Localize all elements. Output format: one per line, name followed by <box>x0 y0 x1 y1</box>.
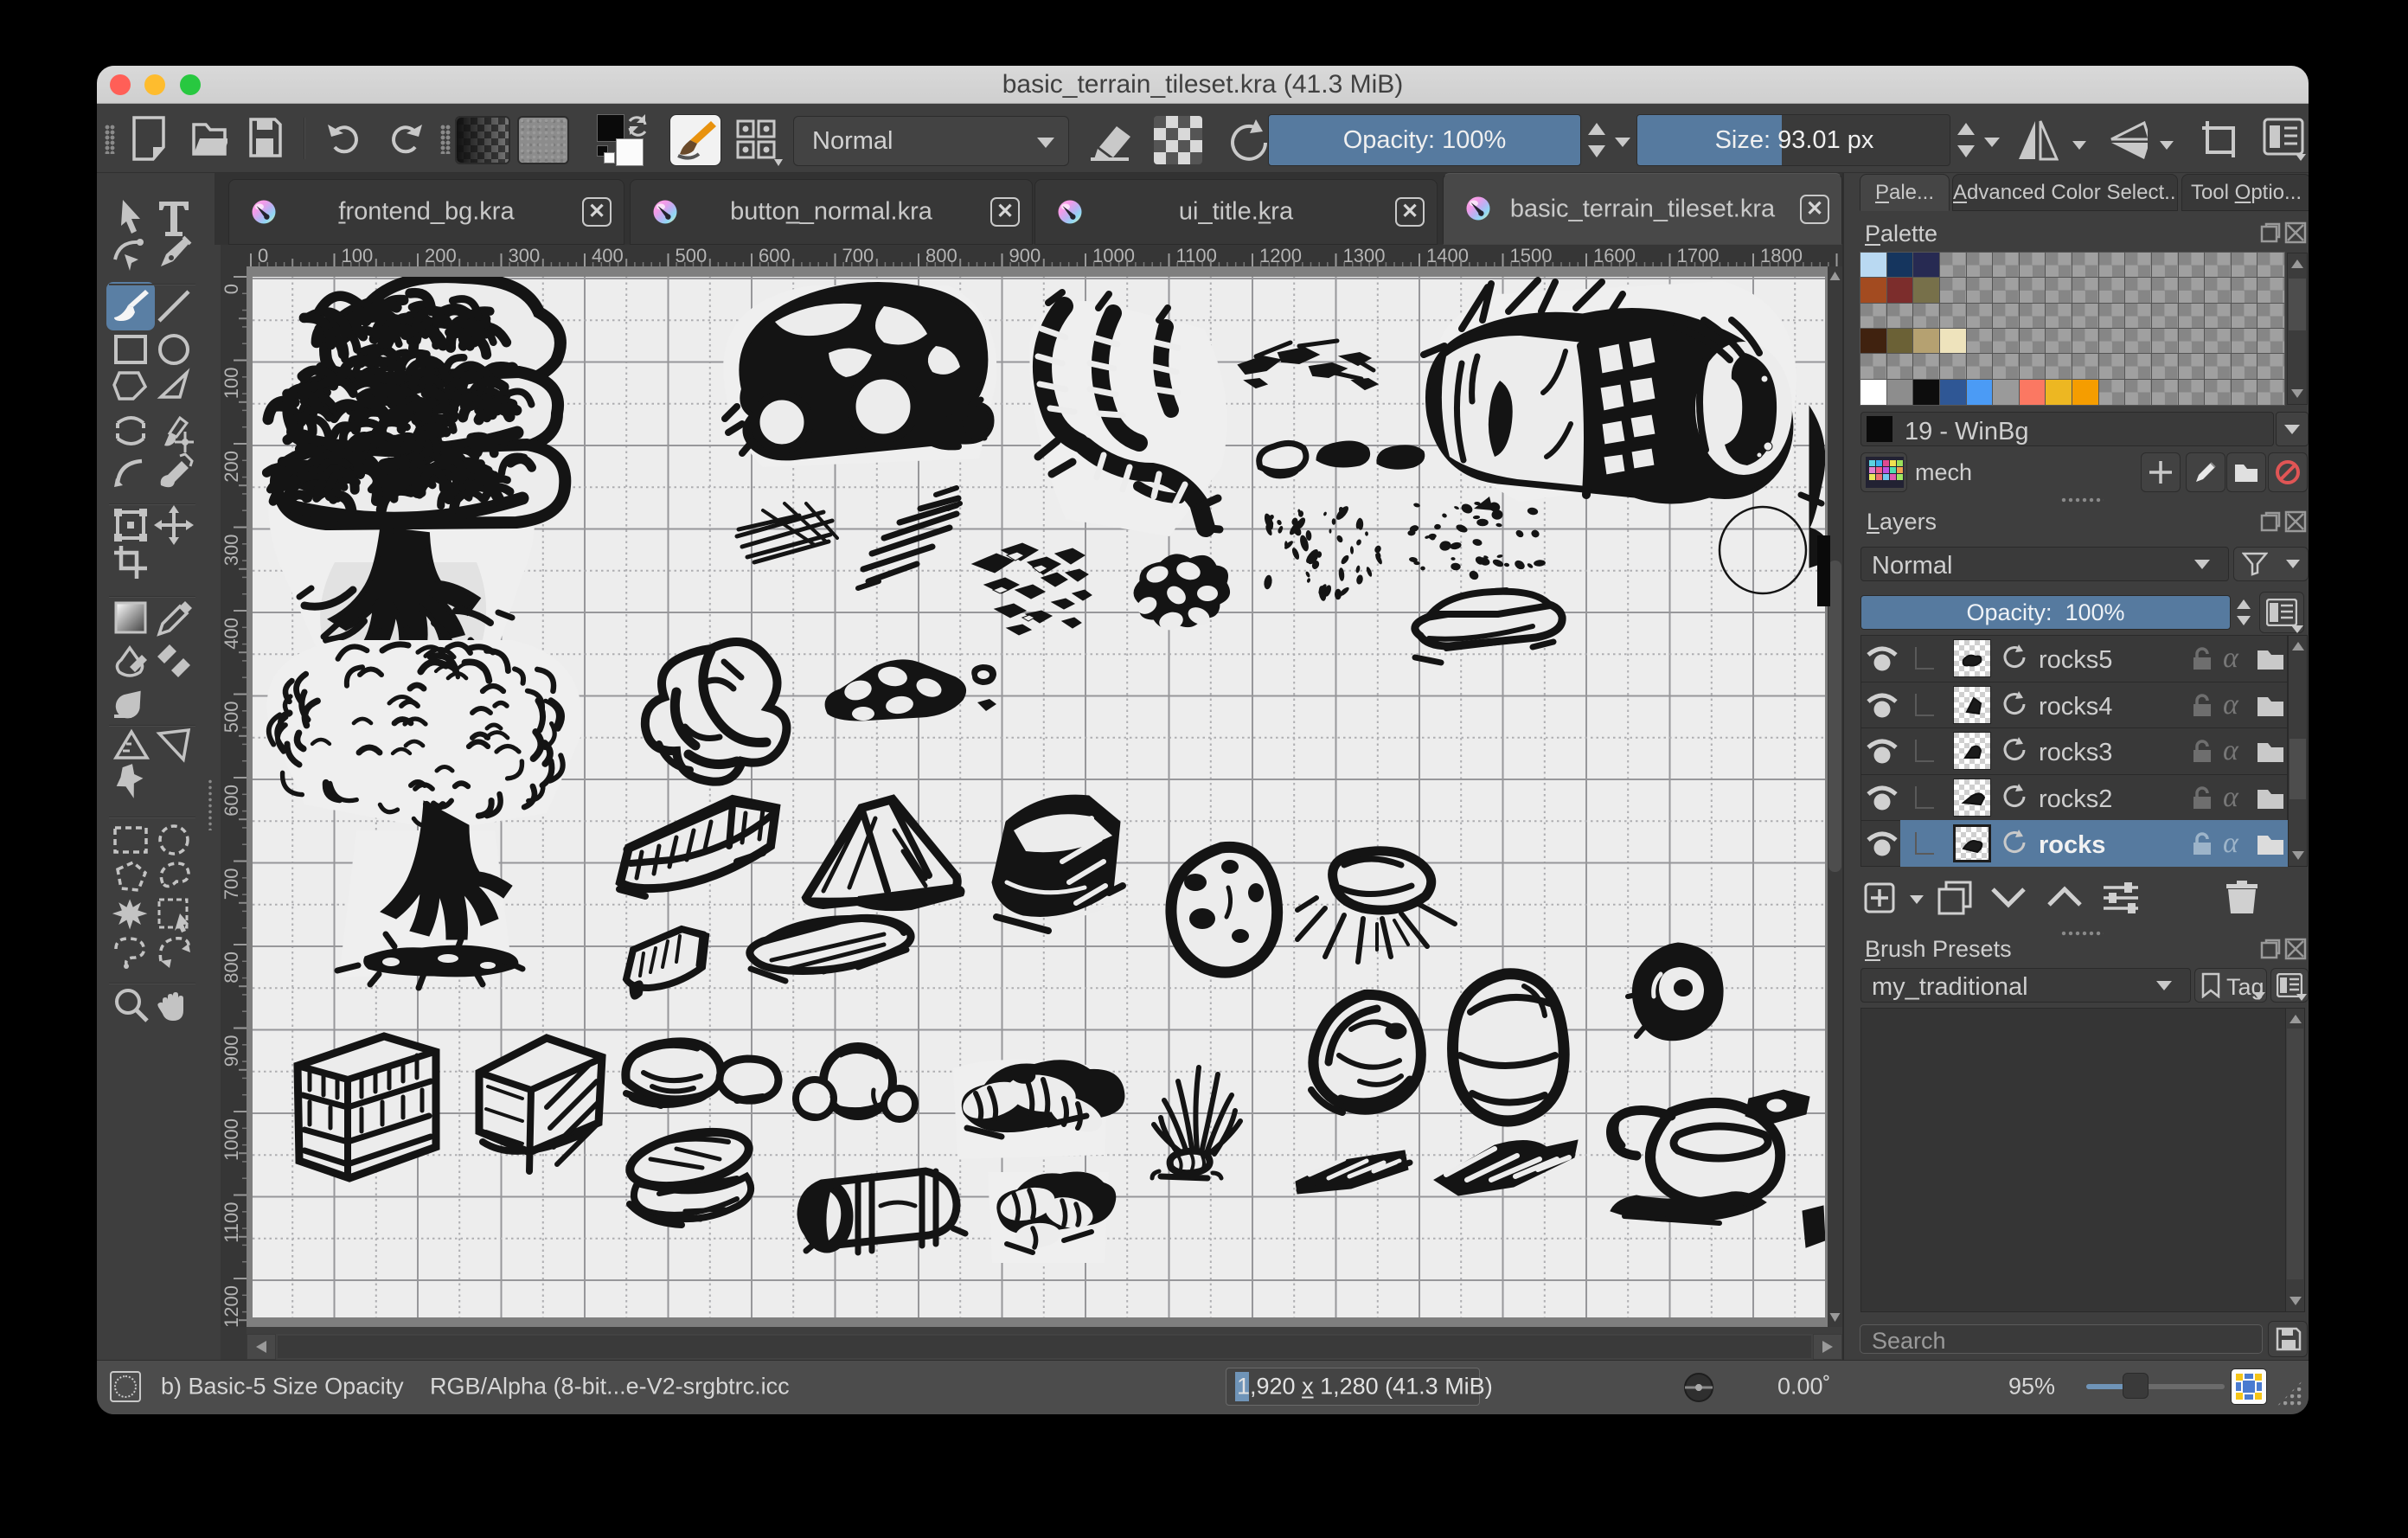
svg-text:1300: 1300 <box>1343 245 1386 266</box>
svg-text:300: 300 <box>221 535 242 567</box>
svg-text:1200: 1200 <box>1259 245 1302 266</box>
svg-text:100: 100 <box>221 368 242 400</box>
svg-text:500: 500 <box>221 702 242 734</box>
svg-text:1600: 1600 <box>1593 245 1636 266</box>
svg-text:0: 0 <box>221 284 242 294</box>
svg-text:1800: 1800 <box>1760 245 1803 266</box>
svg-text:1000: 1000 <box>1092 245 1135 266</box>
svg-text:900: 900 <box>221 1035 242 1067</box>
svg-text:200: 200 <box>221 451 242 483</box>
svg-text:400: 400 <box>221 618 242 650</box>
svg-text:1000: 1000 <box>221 1118 242 1161</box>
svg-text:1700: 1700 <box>1677 245 1720 266</box>
svg-text:700: 700 <box>221 868 242 900</box>
svg-text:600: 600 <box>221 785 242 817</box>
svg-text:1500: 1500 <box>1510 245 1553 266</box>
svg-text:1400: 1400 <box>1426 245 1469 266</box>
svg-text:800: 800 <box>221 952 242 984</box>
